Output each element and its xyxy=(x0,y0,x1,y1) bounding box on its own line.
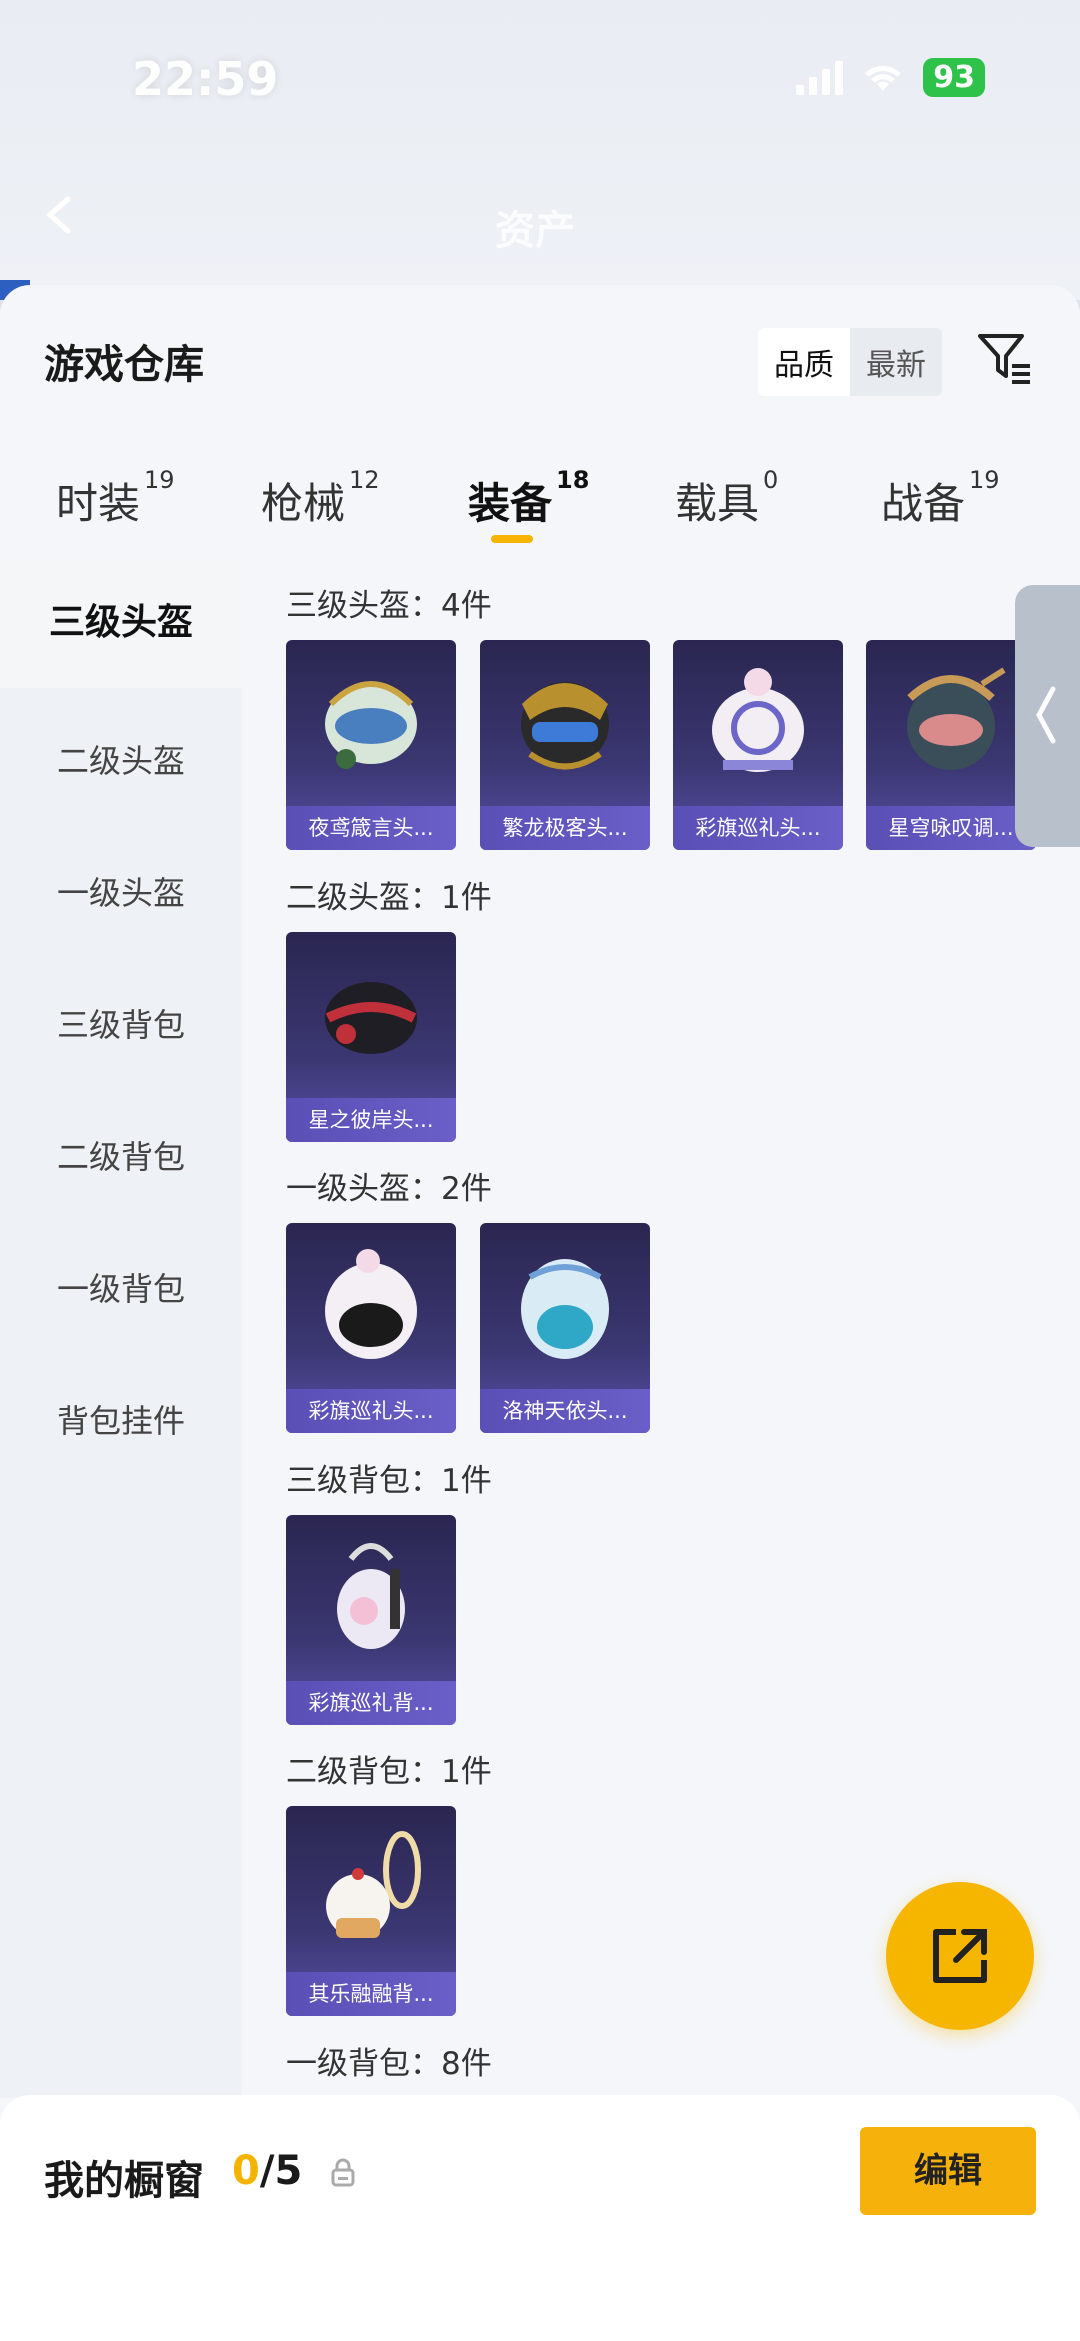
status-time: 22:59 xyxy=(132,52,279,106)
showcase-count: 0/5 xyxy=(232,2148,302,2194)
item-card[interactable]: 星穹咏叹调... xyxy=(866,640,1036,850)
section-title: 三级头盔：4件 xyxy=(286,588,492,624)
item-card[interactable]: 夜鸢箴言头... xyxy=(286,640,456,850)
status-icons: 93 xyxy=(796,58,985,97)
category-tabs: 时装 19 枪械 12 装备 18 载具 0 战备 19 xyxy=(0,466,1080,531)
item-card[interactable]: 星之彼岸头... xyxy=(286,932,456,1142)
tab-vehicles[interactable]: 载具 0 xyxy=(675,466,778,531)
item-card[interactable]: 其乐融融背... xyxy=(286,1806,456,2016)
item-name: 星穹咏叹调... xyxy=(866,806,1036,850)
helmet-icon xyxy=(521,682,609,770)
sort-toggle: 品质 最新 xyxy=(758,328,942,396)
section-title: 三级背包：1件 xyxy=(286,1463,492,1499)
item-card[interactable]: 繁龙极客头... xyxy=(480,640,650,850)
sidebar-item-backpack-charm[interactable]: 背包挂件 xyxy=(0,1396,242,1442)
sidebar-item-level2-helmet[interactable]: 二级头盔 xyxy=(0,736,242,782)
backpack-icon xyxy=(337,1543,405,1649)
sidebar-item-level3-backpack[interactable]: 三级背包 xyxy=(0,1000,242,1046)
share-button[interactable] xyxy=(886,1882,1034,2030)
helmet-icon xyxy=(521,1259,609,1359)
item-card[interactable]: 洛神天依头... xyxy=(480,1223,650,1433)
active-tab-indicator xyxy=(491,535,533,543)
section-title: 二级背包：1件 xyxy=(286,1754,492,1790)
showcase-count-current: 0 xyxy=(232,2148,260,2194)
warehouse-title: 游戏仓库 xyxy=(44,342,204,388)
tab-fashion[interactable]: 时装 19 xyxy=(56,466,175,531)
item-card[interactable]: 彩旗巡礼头... xyxy=(286,1223,456,1433)
sidebar-item-level3-helmet[interactable]: 三级头盔 xyxy=(0,558,242,688)
helmet-icon xyxy=(325,681,417,769)
filter-icon[interactable] xyxy=(976,332,1032,384)
sort-quality-button[interactable]: 品质 xyxy=(758,328,850,396)
showcase-label: 我的橱窗 xyxy=(44,2158,204,2204)
item-name: 夜鸢箴言头... xyxy=(286,806,456,850)
tab-equipment[interactable]: 装备 18 xyxy=(468,466,589,531)
signal-icon xyxy=(796,60,844,95)
section-title: 一级背包：8件 xyxy=(286,2046,492,2082)
helmet-icon xyxy=(907,667,1006,770)
edit-button[interactable]: 编辑 xyxy=(860,2127,1036,2215)
sort-latest-button[interactable]: 最新 xyxy=(850,328,942,396)
back-arrow-icon[interactable] xyxy=(40,195,80,235)
item-name: 彩旗巡礼头... xyxy=(286,1389,456,1433)
item-name: 洛神天依头... xyxy=(480,1389,650,1433)
helmet-icon xyxy=(325,982,417,1054)
helmet-icon xyxy=(712,668,804,772)
sidebar xyxy=(0,558,242,2098)
share-icon xyxy=(933,1929,987,1983)
item-name: 星之彼岸头... xyxy=(286,1098,456,1142)
section-title: 二级头盔：1件 xyxy=(286,880,492,916)
item-card[interactable]: 彩旗巡礼背... xyxy=(286,1515,456,1725)
item-name: 繁龙极客头... xyxy=(480,806,650,850)
item-name: 其乐融融背... xyxy=(286,1972,456,2016)
sidebar-item-level1-backpack[interactable]: 一级背包 xyxy=(0,1264,242,1310)
section-title: 一级头盔：2件 xyxy=(286,1171,492,1207)
tab-guns[interactable]: 枪械 12 xyxy=(261,466,380,531)
item-card[interactable]: 彩旗巡礼头... xyxy=(673,640,843,850)
tab-supplies[interactable]: 战备 19 xyxy=(881,466,1000,531)
sidebar-item-level2-backpack[interactable]: 二级背包 xyxy=(0,1132,242,1178)
chevron-left-icon xyxy=(1036,686,1056,744)
helmet-icon xyxy=(325,1249,417,1359)
item-name: 彩旗巡礼头... xyxy=(673,806,843,850)
showcase-count-total: /5 xyxy=(259,2148,303,2194)
item-name: 彩旗巡礼背... xyxy=(286,1681,456,1725)
backpack-icon xyxy=(326,1831,421,1938)
lock-icon xyxy=(331,2158,355,2187)
side-drawer-handle[interactable] xyxy=(1015,585,1080,847)
battery-indicator: 93 xyxy=(923,58,985,97)
page-title: 资产 xyxy=(495,208,575,254)
wifi-icon xyxy=(865,65,901,91)
sidebar-item-level1-helmet[interactable]: 一级头盔 xyxy=(0,868,242,914)
